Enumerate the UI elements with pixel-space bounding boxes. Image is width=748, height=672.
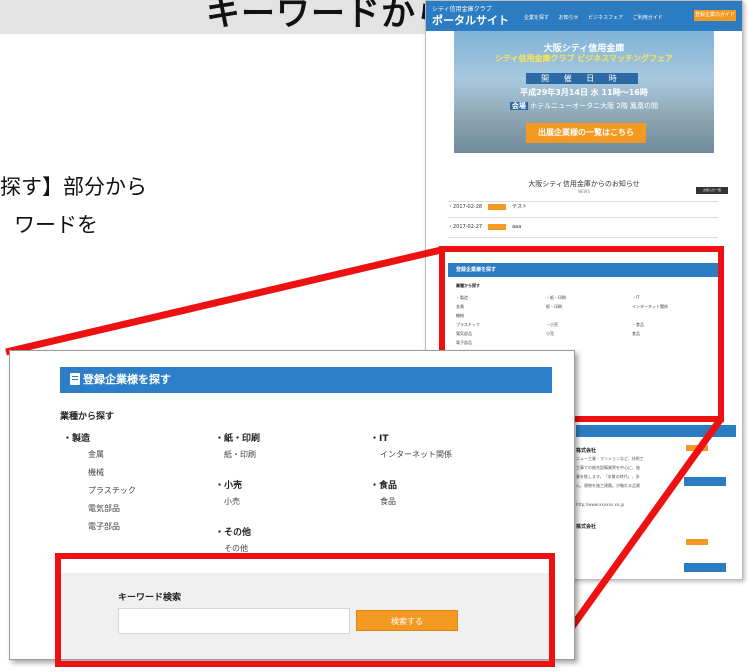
detail-button[interactable] [684, 563, 726, 572]
site-header: シティ信用金庫クラブ ポータルサイト 企業を探す お知らせ ビジネスフェア ご利… [426, 1, 742, 31]
category-it[interactable]: ・IT [370, 431, 389, 444]
guide-button[interactable]: 登録企業のガイド [694, 10, 736, 21]
instruction-line-2: ワードを [14, 213, 98, 237]
company-tag [686, 445, 708, 451]
industry-item[interactable]: 小売 [224, 496, 240, 507]
hero-venue: 会場 ホテルニューオータニ大阪 2階 鳳凰の間 [454, 101, 714, 111]
news-divider [448, 217, 718, 218]
hero-date-label: 開 催 日 時 [526, 73, 638, 84]
news-tag [488, 203, 507, 210]
site-nav: 企業を探す お知らせ ビジネスフェア ご利用ガイド [524, 14, 671, 21]
nav-item-search[interactable]: 企業を探す [524, 15, 549, 21]
instruction-text: 探す】部分から ワードを [0, 168, 147, 244]
site-portal-title[interactable]: ポータルサイト [432, 12, 509, 28]
mini-company-header [576, 425, 736, 437]
detail-button[interactable] [684, 477, 726, 486]
news-item[interactable]: ・2017-02-28 テスト [448, 203, 688, 213]
category-retail[interactable]: ・小売 [215, 478, 242, 491]
venue-text: ホテルニューオータニ大阪 2階 鳳凰の間 [530, 102, 659, 110]
nav-item-fair[interactable]: ビジネスフェア [588, 15, 623, 21]
news-more-button[interactable]: お知らせ一覧 [696, 187, 728, 194]
industry-item[interactable]: 電子部品 [88, 521, 120, 532]
industry-item[interactable]: 機械 [88, 467, 104, 478]
news-text: テスト [512, 204, 528, 210]
industry-item[interactable]: 食品 [380, 496, 396, 507]
nav-item-news[interactable]: お知らせ [559, 15, 579, 21]
hero-banner: 大阪シティ信用金庫 シティ信用金庫クラブ ビジネスマッチングフェア 開 催 日 … [454, 31, 714, 153]
hero-date: 平成29年3月14日 水 11時～16時 [520, 88, 648, 97]
company-name[interactable]: 株式会社 [576, 523, 736, 530]
exhibitor-list-button[interactable]: 出展企業様の一覧はこちら [526, 123, 646, 143]
category-other[interactable]: ・その他 [215, 525, 251, 538]
venue-tag: 会場 [509, 102, 528, 110]
news-divider [448, 201, 718, 202]
news-date: 2017-02-28 [453, 204, 483, 210]
news-title: 大阪シティ信用金庫からのお知らせ [528, 180, 640, 188]
news-divider [448, 237, 718, 238]
company-tag [686, 539, 708, 545]
title-text: キーワードから検索す [206, 0, 440, 34]
industry-item[interactable]: プラスチック [88, 485, 136, 496]
hero-line-2: シティ信用金庫クラブ ビジネスマッチングフェア [494, 54, 674, 63]
category-paper-printing[interactable]: ・紙・印刷 [215, 431, 260, 444]
news-date: 2017-02-27 [453, 224, 483, 230]
news-text: aaa [512, 224, 522, 230]
company-name[interactable]: 株式会社 [576, 447, 736, 454]
industry-item[interactable]: 紙・印刷 [224, 449, 256, 460]
industry-item[interactable]: 電気部品 [88, 503, 120, 514]
document-icon [70, 373, 80, 385]
nav-item-guide[interactable]: ご利用ガイド [633, 15, 663, 21]
connector-line-top [5, 246, 442, 356]
search-panel-title: 登録企業様を探す [83, 373, 171, 386]
instruction-line-1: 探す】部分から [0, 175, 147, 199]
industry-item[interactable]: インターネット関係 [380, 449, 452, 460]
category-manufacturing[interactable]: ・製造 [63, 431, 90, 444]
news-tag [488, 223, 507, 230]
category-food[interactable]: ・食品 [370, 478, 397, 491]
company-url[interactable]: http://www.xxxxxx.xx.jp [576, 500, 736, 509]
industry-section-title: 業種から探す [60, 412, 115, 422]
title-band: キーワードから検索す [0, 0, 440, 34]
mini-company-list: 株式会社 ニュー工業・マンションなど、技術工 工事での総合設備業界を中心に、施 … [576, 425, 736, 575]
news-subtitle: NEWS [577, 189, 590, 194]
search-panel-header: 登録企業様を探す [60, 367, 552, 393]
news-item[interactable]: ・2017-02-27 aaa [448, 223, 688, 233]
highlight-frame-keyword [55, 553, 555, 667]
industry-item[interactable]: 金属 [88, 449, 104, 460]
